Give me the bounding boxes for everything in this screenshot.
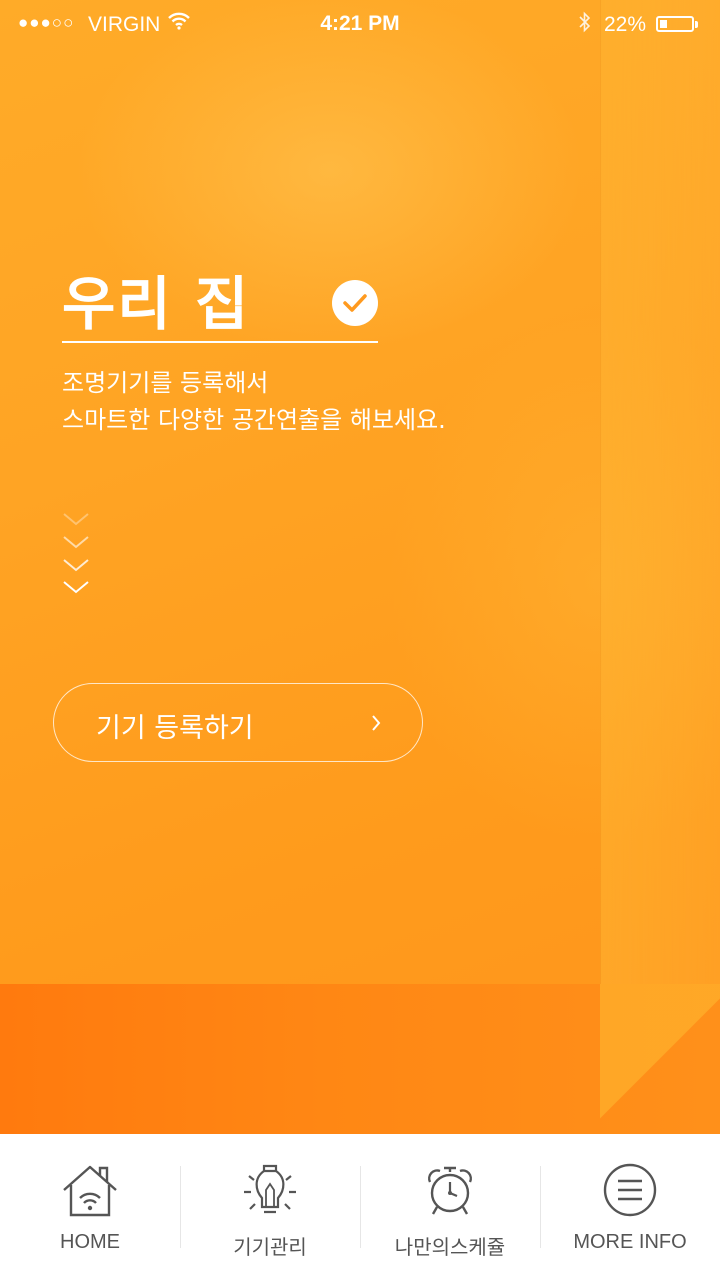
battery-tip: [695, 21, 698, 28]
room-right-wall: [600, 0, 720, 984]
bottom-tab-bar: HOME 기기관리 나만의스케쥴 MORE INFO: [0, 1134, 720, 1280]
alarm-clock-icon: [420, 1160, 480, 1220]
tab-device-management[interactable]: 기기관리: [180, 1134, 360, 1280]
room-floor-corner: [600, 984, 720, 1134]
register-device-label: 기기 등록하기: [96, 713, 254, 744]
home-wifi-icon: [60, 1160, 120, 1220]
description-line-1: 조명기기를 등록해서: [62, 369, 269, 397]
tab-more-info-label: MORE INFO: [573, 1231, 687, 1253]
title-underline: [62, 341, 378, 343]
scroll-down-chevrons-icon: [62, 508, 92, 602]
battery-percent: 22%: [604, 13, 647, 36]
tab-my-schedule[interactable]: 나만의스케쥴: [360, 1134, 540, 1280]
description-line-2: 스마트한 다양한 공간연출을 해보세요.: [62, 406, 446, 434]
bluetooth-icon: [578, 11, 592, 39]
page-title: 우리 집: [62, 270, 251, 338]
background-room: [0, 0, 720, 1134]
tab-device-management-label: 기기관리: [233, 1237, 307, 1259]
page-description: 조명기기를 등록해서 스마트한 다양한 공간연출을 해보세요.: [62, 365, 446, 439]
menu-icon: [600, 1160, 660, 1220]
tab-home[interactable]: HOME: [0, 1134, 180, 1280]
battery-icon: [656, 16, 694, 32]
check-circle-icon: [332, 280, 378, 326]
tab-home-label: HOME: [60, 1231, 120, 1253]
tab-more-info[interactable]: MORE INFO: [540, 1134, 720, 1280]
chevron-right-icon: [370, 713, 382, 737]
status-bar: ●●●○○ VIRGIN 4:21 PM 22%: [0, 0, 720, 48]
tab-my-schedule-label: 나만의스케쥴: [394, 1237, 506, 1259]
light-bulb-icon: [240, 1160, 300, 1220]
register-device-button[interactable]: 기기 등록하기: [53, 683, 423, 762]
